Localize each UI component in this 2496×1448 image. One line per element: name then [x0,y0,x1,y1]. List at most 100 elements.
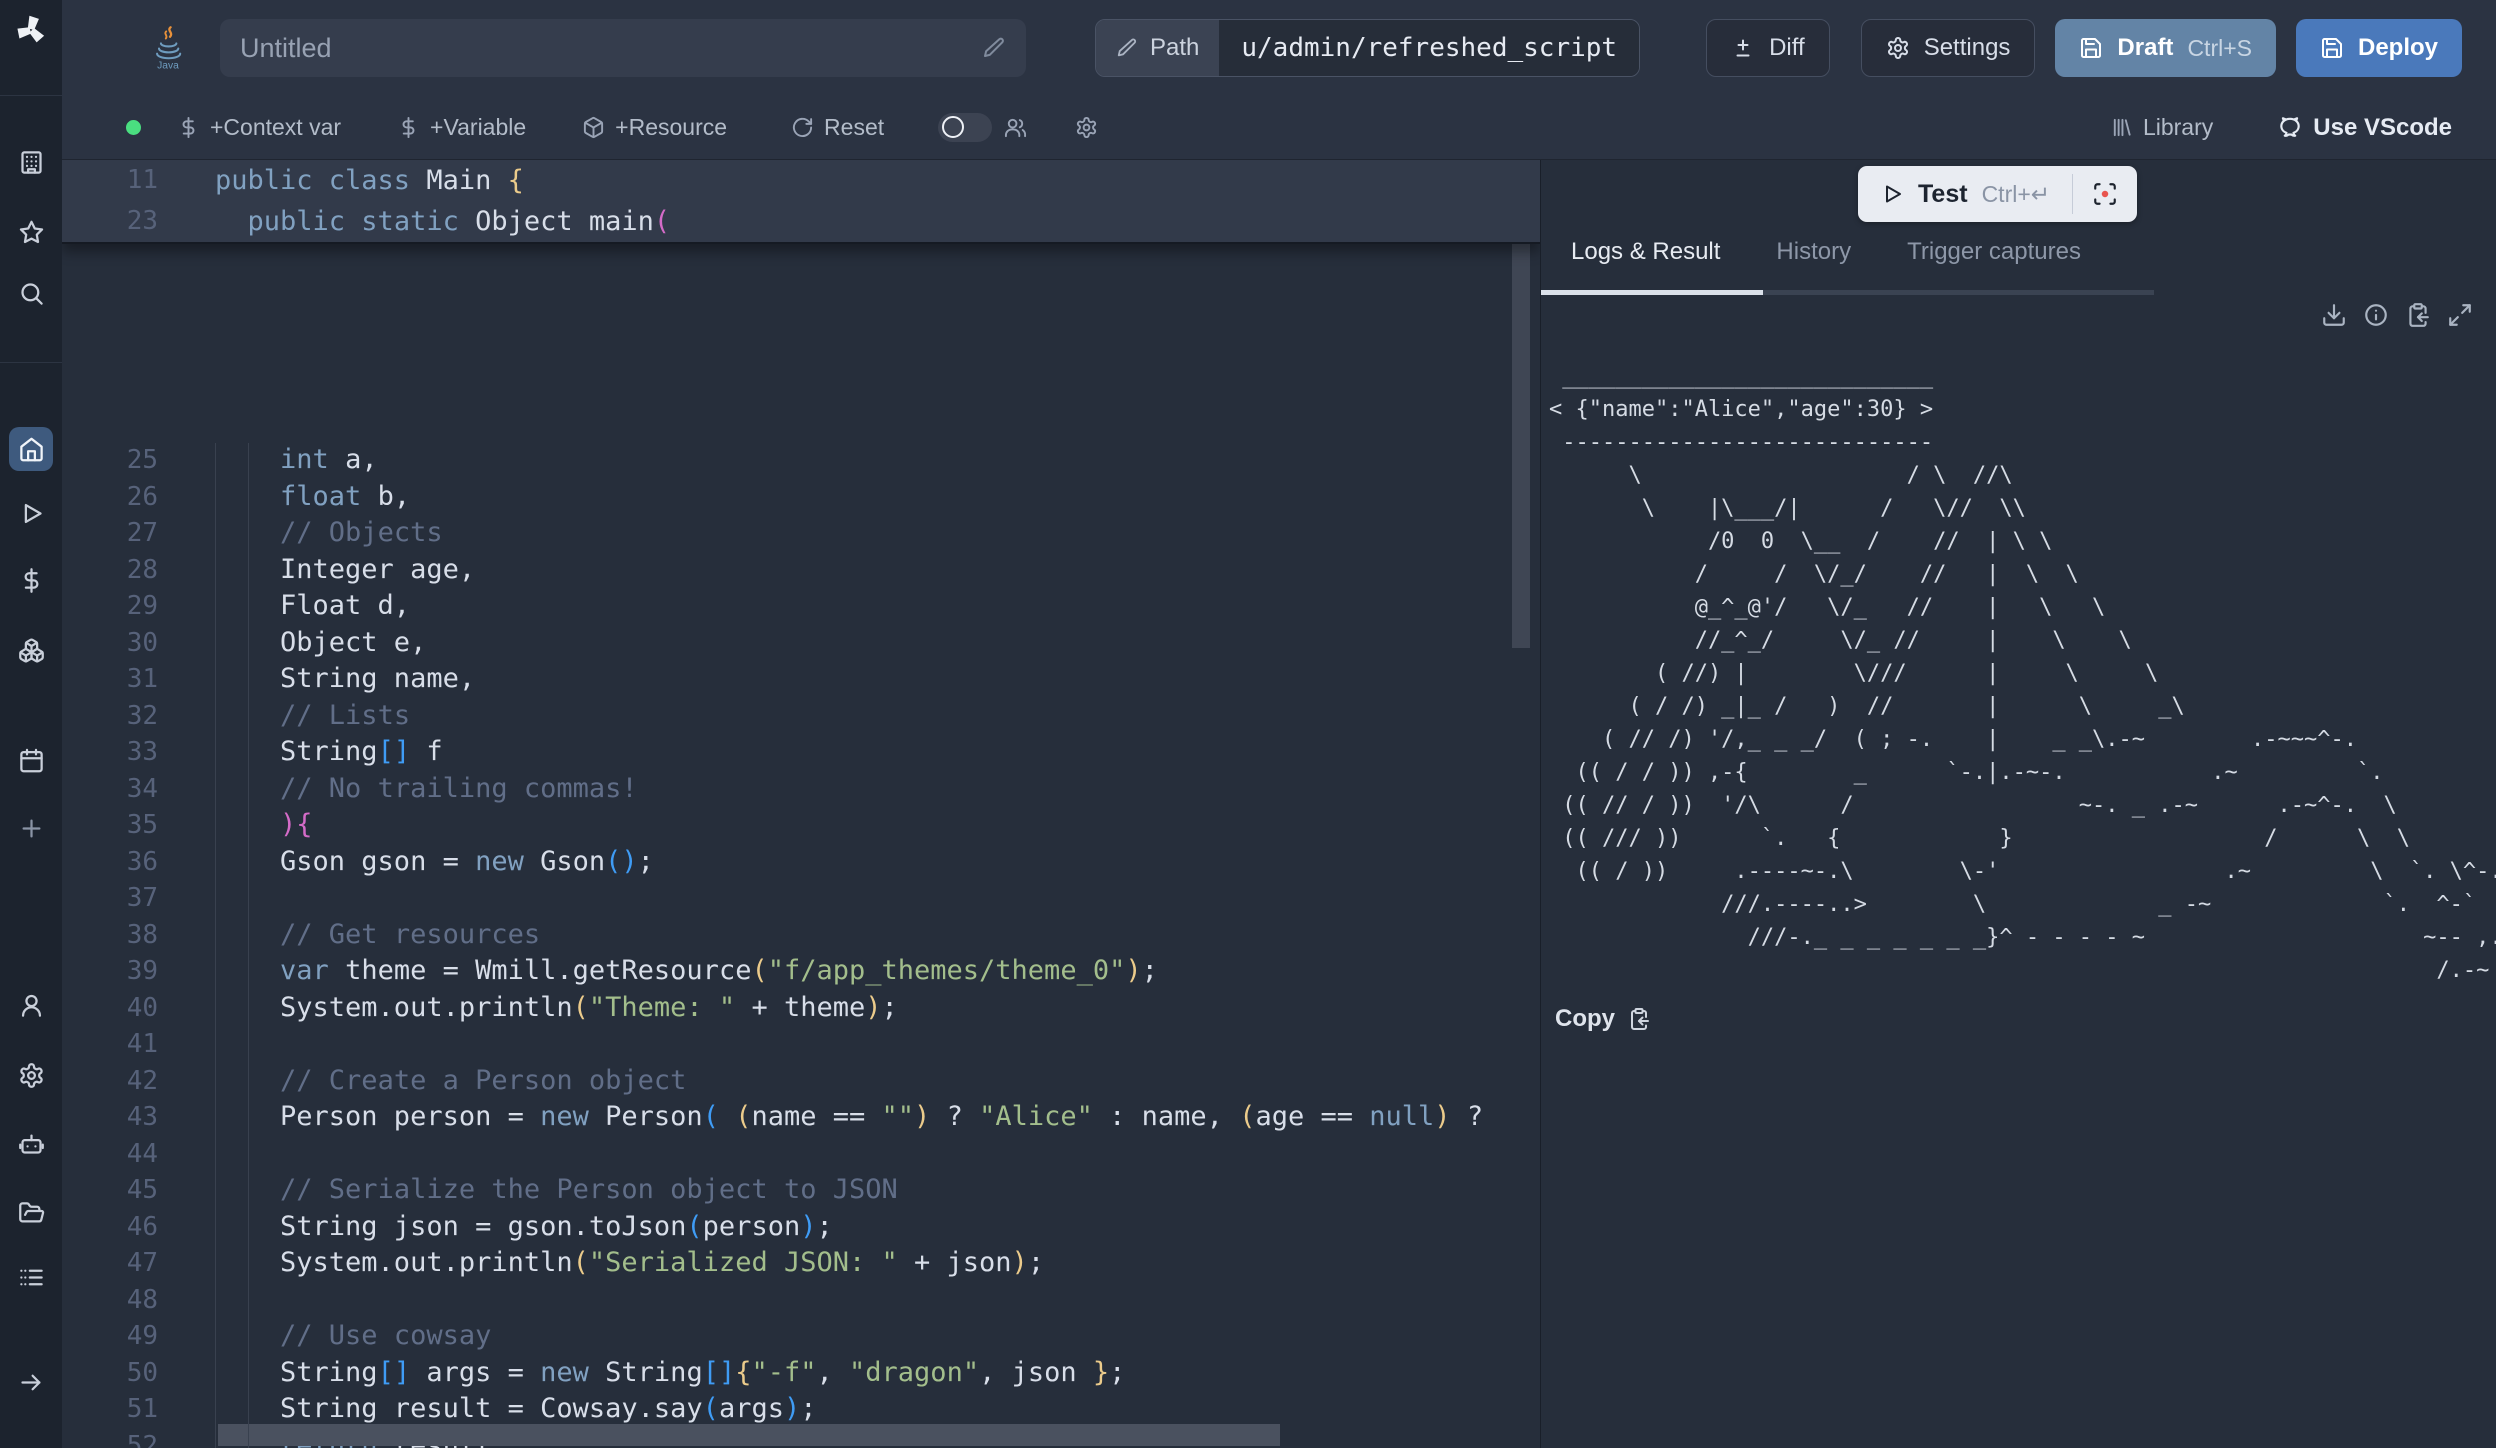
code-line: 47 System.out.println("Serialized JSON: … [62,1245,1540,1282]
toggle-knob [942,116,964,138]
line-number: 27 [62,515,158,552]
tab-trigger-captures[interactable]: Trigger captures [1907,238,2081,266]
deploy-button[interactable]: Deploy [2296,19,2462,77]
sidebar-item-runs[interactable] [9,491,53,535]
vscode-cat-icon [2277,115,2303,141]
code-line: 38 // Get resources [62,917,1540,954]
tab-logs-result[interactable]: Logs & Result [1571,238,1720,266]
line-number: 34 [62,771,158,808]
sidebar-item-workspace[interactable] [9,140,53,184]
copy-result-button[interactable]: Copy [1555,1005,1651,1033]
sidebar-divider [0,362,62,363]
svg-text:Java: Java [157,60,179,69]
line-number: 42 [62,1063,158,1100]
sidebar-item-search[interactable] [9,271,53,315]
plus-icon [18,815,45,842]
users-button[interactable] [1004,116,1027,139]
sidebar-item-collapse[interactable] [9,1360,53,1404]
sidebar-item-logs[interactable] [9,1255,53,1299]
script-title: Untitled [240,33,332,64]
line-number: 30 [62,625,158,662]
arrow-right-icon [18,1369,45,1396]
indent-guide [215,443,216,1448]
java-language-icon: Java [150,26,186,70]
settings-button[interactable]: Settings [1861,19,2036,77]
line-number: 37 [62,880,158,917]
code-line: 34 // No trailing commas! [62,771,1540,808]
dollar-icon [18,567,45,594]
code-line: 46 String json = gson.toJson(person); [62,1209,1540,1246]
sidebar-item-settings[interactable] [9,1053,53,1097]
path-value: u/admin/refreshed_script [1219,20,1639,76]
editor-settings-button[interactable] [1075,116,1098,139]
test-shortcut: Ctrl+↵ [1982,181,2050,208]
topbar: Java Untitled Path u/admin/refreshed_scr… [62,0,2496,96]
sidebar-item-account[interactable] [9,983,53,1027]
mode-toggle[interactable] [938,113,992,142]
gear-icon [18,1062,45,1089]
library-button[interactable]: Library [2110,114,2213,141]
code-line: 28 Integer age, [62,552,1540,589]
line-number: 29 [62,588,158,625]
code-line: 50 String[] args = new String[]{"-f", "d… [62,1355,1540,1392]
info-icon[interactable] [2363,302,2389,328]
clipboard-copy-icon[interactable] [2405,302,2431,328]
diff-button[interactable]: Diff [1706,19,1830,77]
building-icon [18,149,45,176]
path-field[interactable]: Path u/admin/refreshed_script [1095,19,1640,77]
bot-icon [18,1130,45,1157]
code-line: 42 // Create a Person object [62,1063,1540,1100]
code-line: 29 Float d, [62,588,1540,625]
code-editor[interactable]: 25 int a,26 float b,27 // Objects28 Inte… [62,160,1540,1448]
sidebar-item-workers[interactable] [9,1121,53,1165]
sticky-scope-header: 11public class Main {23 public static Ob… [62,160,1540,244]
draft-shortcut: Ctrl+S [2187,35,2252,62]
sidebar-item-variables[interactable] [9,558,53,602]
code-line: 49 // Use cowsay [62,1318,1540,1355]
sidebar-item-home[interactable] [9,427,53,471]
test-run-button[interactable]: Test Ctrl+↵ [1858,166,2137,222]
horizontal-scrollbar[interactable] [218,1424,1280,1446]
tab-history[interactable]: History [1776,238,1851,266]
sidebar-item-folders[interactable] [9,1191,53,1235]
sidebar-item-resources[interactable] [9,628,53,672]
script-title-input[interactable]: Untitled [220,19,1026,77]
reset-button[interactable]: Reset [791,114,884,141]
add-resource-button[interactable]: +Resource [582,114,727,141]
edit-title-icon[interactable] [982,36,1006,60]
draft-button[interactable]: Draft Ctrl+S [2055,19,2276,77]
line-number: 31 [62,661,158,698]
code-line: 25 int a, [62,442,1540,479]
dollar-icon [397,116,420,139]
add-context-var-label: +Context var [210,114,341,141]
add-variable-button[interactable]: +Variable [397,114,526,141]
tab-active-underline [1541,290,1763,295]
add-context-var-button[interactable]: +Context var [177,114,341,141]
use-vscode-label: Use VScode [2313,114,2452,142]
list-icon [18,1264,45,1291]
sidebar-item-favorites[interactable] [9,210,53,254]
package-icon [582,116,605,139]
download-icon[interactable] [2321,302,2347,328]
result-output: ____________________________ < {"name":"… [1549,360,2496,990]
user-icon [18,992,45,1019]
save-icon [2079,36,2103,60]
line-number: 44 [62,1136,158,1173]
draft-label: Draft [2117,34,2173,62]
add-resource-label: +Resource [615,114,727,141]
use-vscode-button[interactable]: Use VScode [2277,114,2452,142]
path-label: Path [1150,34,1199,62]
sidebar-item-schedules[interactable] [9,738,53,782]
line-number: 32 [62,698,158,735]
line-number: 38 [62,917,158,954]
expand-icon[interactable] [2447,302,2473,328]
gear-icon [1886,36,1910,60]
capture-button[interactable] [2073,166,2137,222]
status-dot [126,120,141,135]
reset-icon [791,116,814,139]
diff-icon [1731,36,1755,60]
line-number: 39 [62,953,158,990]
code-line: 44 [62,1136,1540,1173]
sidebar-item-create[interactable] [9,806,53,850]
windmill-logo-icon[interactable] [12,11,50,49]
